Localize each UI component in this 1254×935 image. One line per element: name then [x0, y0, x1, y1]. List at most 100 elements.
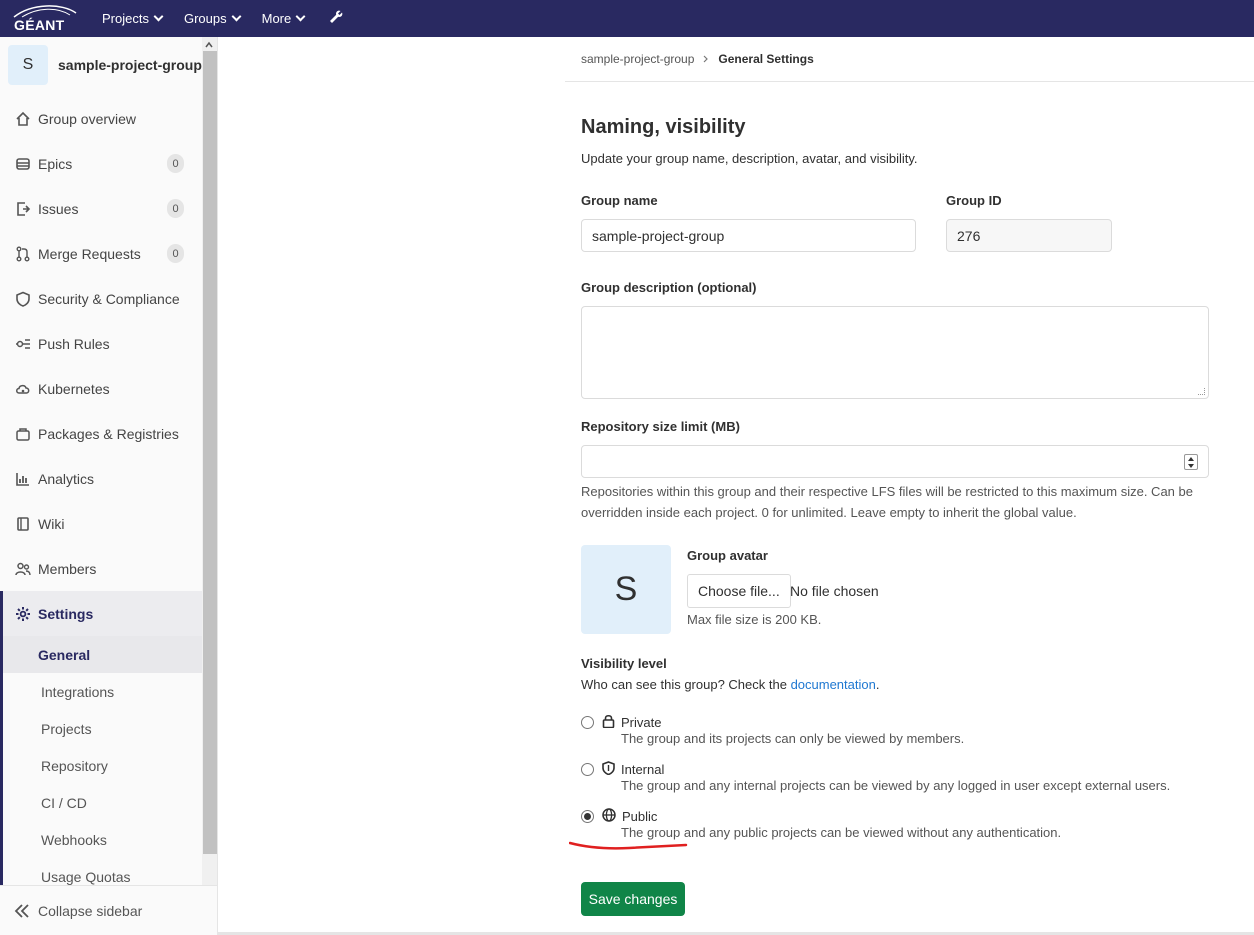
book-icon	[14, 515, 32, 533]
geant-logo[interactable]: GÉANT	[12, 3, 80, 35]
visibility-help-suffix: .	[875, 677, 880, 692]
sidebar-item-label: Kubernetes	[38, 380, 110, 397]
merge-request-icon	[14, 245, 32, 263]
nav-projects-label: Projects	[102, 11, 149, 26]
sidebar-item-label: Wiki	[38, 515, 65, 532]
group-id-label: Group ID	[946, 193, 1002, 208]
group-description-textarea[interactable]	[581, 306, 1209, 399]
visibility-option-title: Private	[621, 715, 662, 730]
breadcrumb-divider	[565, 81, 1254, 82]
breadcrumb: sample-project-group General Settings	[581, 52, 814, 66]
repo-size-limit-input[interactable]	[581, 445, 1209, 478]
top-navbar: GÉANT Projects Groups More	[0, 0, 1254, 37]
shield-icon	[14, 290, 32, 308]
count-badge: 0	[167, 154, 184, 173]
group-name-label: Group name	[581, 193, 658, 208]
sidebar-group-header[interactable]: S sample-project-group	[8, 45, 202, 85]
group-avatar: S	[8, 45, 48, 85]
logo-text: GÉANT	[14, 16, 65, 33]
shield-icon	[602, 761, 615, 778]
sidebar-item-label: Issues	[38, 200, 79, 217]
sidebar-scrollbar-thumb[interactable]	[203, 51, 217, 854]
radio-internal[interactable]	[581, 763, 594, 776]
visibility-option-description: The group and any internal projects can …	[621, 778, 1171, 793]
sidebar-item-merge-requests[interactable]: Merge Requests 0	[0, 231, 202, 276]
visibility-help: Who can see this group? Check the docume…	[581, 677, 879, 692]
visibility-option-title: Internal	[621, 762, 665, 777]
sidebar-item-label: Push Rules	[38, 335, 110, 352]
documentation-link[interactable]: documentation	[791, 677, 876, 692]
breadcrumb-parent[interactable]: sample-project-group	[581, 52, 694, 66]
sidebar-item-settings[interactable]: Settings	[0, 591, 202, 636]
save-changes-button[interactable]: Save changes	[581, 882, 685, 916]
visibility-option-private[interactable]: Private The group and its projects can o…	[581, 714, 964, 746]
breadcrumb-separator-icon	[702, 52, 710, 66]
chevron-down-icon	[231, 11, 242, 22]
radio-private[interactable]	[581, 716, 594, 729]
sidebar-sub-ci-cd[interactable]: CI / CD	[0, 784, 202, 821]
users-icon	[14, 560, 32, 578]
gear-icon	[14, 605, 32, 623]
red-annotation-underline	[569, 841, 688, 850]
nav-projects[interactable]: Projects	[102, 11, 164, 26]
sidebar-item-issues[interactable]: Issues 0	[0, 186, 202, 231]
sidebar-sub-repository[interactable]: Repository	[0, 747, 202, 784]
group-id-field[interactable]: 276	[946, 219, 1112, 252]
cloud-gear-icon	[14, 380, 32, 398]
sidebar-item-group-overview[interactable]: Group overview	[0, 96, 202, 141]
visibility-option-internal[interactable]: Internal The group and any internal proj…	[581, 761, 1170, 793]
sidebar: S sample-project-group Group overview Ep…	[0, 37, 218, 935]
epic-icon	[14, 155, 32, 173]
chevron-down-icon	[295, 11, 306, 22]
sidebar-item-label: Security & Compliance	[38, 290, 180, 307]
sidebar-menu: Group overview Epics 0 Issues 0 Merge Re…	[0, 96, 202, 895]
sidebar-item-members[interactable]: Members	[0, 546, 202, 591]
sidebar-item-label: Packages & Registries	[38, 425, 179, 442]
repo-size-limit-help: Repositories within this group and their…	[581, 484, 1193, 520]
sidebar-item-push-rules[interactable]: Push Rules	[0, 321, 202, 366]
resize-handle-icon[interactable]	[1198, 388, 1205, 395]
no-file-chosen-text: No file chosen	[790, 583, 879, 599]
group-name: sample-project-group	[58, 57, 202, 73]
sidebar-item-kubernetes[interactable]: Kubernetes	[0, 366, 202, 411]
home-icon	[14, 110, 32, 128]
count-badge: 0	[167, 199, 184, 218]
visibility-option-public[interactable]: Public The group and any public projects…	[581, 808, 1061, 840]
sidebar-item-wiki[interactable]: Wiki	[0, 501, 202, 546]
wrench-icon[interactable]	[328, 9, 344, 28]
globe-icon	[602, 808, 616, 825]
sidebar-item-label: Merge Requests	[38, 245, 141, 262]
visibility-option-description: The group and its projects can only be v…	[621, 731, 965, 746]
sidebar-item-security-compliance[interactable]: Security & Compliance	[0, 276, 202, 321]
section-description: Update your group name, description, ava…	[581, 151, 918, 166]
sidebar-item-packages-registries[interactable]: Packages & Registries	[0, 411, 202, 456]
sidebar-sub-integrations[interactable]: Integrations	[0, 673, 202, 710]
collapse-sidebar-button[interactable]: Collapse sidebar	[0, 885, 217, 935]
collapse-sidebar-label: Collapse sidebar	[38, 902, 143, 919]
visibility-level-label: Visibility level	[581, 656, 667, 671]
issues-icon	[14, 200, 32, 218]
group-avatar-preview: S	[581, 545, 671, 634]
choose-file-button[interactable]: Choose file...	[687, 574, 791, 608]
number-spinner-icon[interactable]	[1184, 454, 1198, 470]
scroll-up-icon[interactable]	[205, 41, 213, 49]
group-name-input[interactable]: sample-project-group	[581, 219, 916, 252]
sidebar-sub-webhooks[interactable]: Webhooks	[0, 821, 202, 858]
nav-groups[interactable]: Groups	[183, 11, 242, 26]
breadcrumb-current[interactable]: General Settings	[718, 52, 813, 66]
sidebar-item-label: Settings	[38, 605, 94, 622]
visibility-option-title: Public	[622, 809, 658, 824]
repo-size-limit-label: Repository size limit (MB)	[581, 419, 740, 434]
package-icon	[14, 425, 32, 443]
nav-groups-label: Groups	[183, 11, 227, 26]
sidebar-sub-general[interactable]: General	[0, 636, 202, 673]
group-avatar-label: Group avatar	[687, 548, 768, 563]
nav-more[interactable]: More	[261, 11, 306, 26]
sidebar-item-epics[interactable]: Epics 0	[0, 141, 202, 186]
count-badge: 0	[167, 244, 184, 263]
sidebar-item-analytics[interactable]: Analytics	[0, 456, 202, 501]
nav-more-label: More	[261, 11, 292, 26]
sidebar-sub-projects[interactable]: Projects	[0, 710, 202, 747]
radio-public[interactable]	[581, 810, 594, 823]
chart-icon	[14, 470, 32, 488]
